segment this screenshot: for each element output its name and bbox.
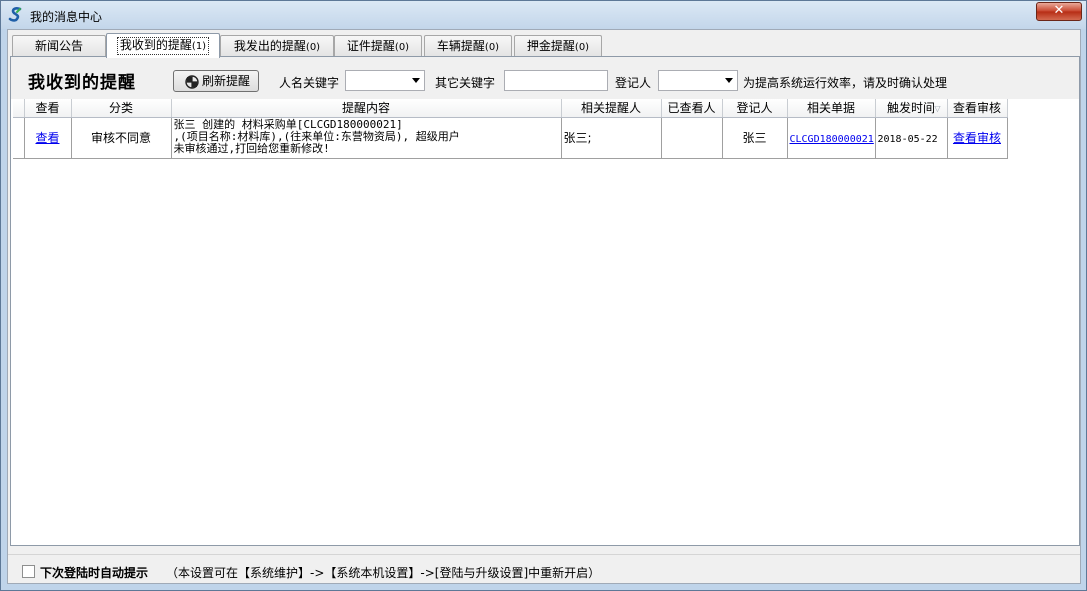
- other-keyword-input[interactable]: [504, 70, 608, 91]
- auto-prompt-label[interactable]: 下次登陆时自动提示: [40, 564, 148, 581]
- refresh-button[interactable]: 刷新提醒: [173, 70, 259, 92]
- refresh-icon: [185, 75, 199, 89]
- toolbar: 我收到的提醒 刷新提醒 人名关键字 其它关键字 登记人 为提高系统运行效率，请及…: [11, 57, 1079, 99]
- column-header[interactable]: 相关单据: [787, 99, 876, 118]
- tab-certificate-count: (0): [394, 42, 410, 53]
- name-keyword-combo[interactable]: [345, 70, 425, 91]
- column-header[interactable]: 提醒内容: [171, 99, 562, 118]
- category-cell: 审核不同意: [71, 117, 172, 159]
- tab-received-count: (1): [191, 41, 207, 52]
- column-header[interactable]: 登记人: [722, 99, 788, 118]
- trigger-time-value: 2018-05-22: [877, 133, 938, 145]
- document-cell: CLCGD180000021: [787, 117, 876, 159]
- trigger-time-cell: 2018-05-22: [875, 117, 948, 159]
- column-header[interactable]: 查看: [24, 99, 72, 118]
- app-logo-icon: [8, 7, 22, 22]
- window-title: 我的消息中心: [30, 10, 103, 24]
- name-keyword-label: 人名关键字: [279, 76, 340, 90]
- registrant-cell: 张三: [722, 117, 788, 159]
- close-button[interactable]: ✕: [1036, 2, 1082, 21]
- tab-news[interactable]: 新闻公告: [12, 35, 106, 57]
- footer-bar: 下次登陆时自动提示 （本设置可在【系统维护】->【系统本机设置】->[登陆与升级…: [8, 554, 1080, 583]
- reminder-grid: 查看 分类 提醒内容 相关提醒人 已查看人 登记人 相关单据 触发时间 ▽ 查看审…: [13, 99, 1008, 159]
- close-icon: ✕: [1053, 3, 1065, 18]
- settings-note: （本设置可在【系统维护】->【系统本机设置】->[登陆与升级设置]中重新开启）: [166, 566, 601, 580]
- tab-certificate-label: 证件提醒: [346, 39, 395, 53]
- tab-deposit-label: 押金提醒: [526, 39, 575, 53]
- review-link[interactable]: 查看审核: [953, 131, 1001, 145]
- related-person-cell: 张三;: [561, 117, 662, 159]
- tab-vehicle-reminders[interactable]: 车辆提醒(0): [424, 35, 512, 57]
- tab-vehicle-count: (0): [484, 42, 500, 53]
- content-cell: 张三 创建的 材料采购单[CLCGD180000021] ,(项目名称:材料库)…: [171, 117, 562, 159]
- row-selector-header: [13, 99, 25, 118]
- tab-news-label: 新闻公告: [34, 39, 83, 53]
- tab-received-label: 我收到的提醒: [119, 38, 192, 52]
- title-bar[interactable]: 我的消息中心 ✕: [1, 1, 1086, 29]
- table-row[interactable]: 查看 审核不同意 张三 创建的 材料采购单[CLCGD180000021] ,(…: [13, 117, 1008, 159]
- review-cell: 查看审核: [947, 117, 1008, 159]
- column-header-label: 触发时间: [886, 101, 935, 116]
- tab-sent-reminders[interactable]: 我发出的提醒(0): [220, 35, 334, 57]
- column-header[interactable]: 相关提醒人: [561, 99, 662, 118]
- view-cell: 查看: [24, 117, 72, 159]
- view-link[interactable]: 查看: [35, 131, 59, 145]
- tab-sent-count: (0): [305, 42, 321, 53]
- page-title: 我收到的提醒: [28, 73, 136, 93]
- tab-received-reminders[interactable]: 我收到的提醒(1): [106, 33, 220, 58]
- auto-prompt-checkbox[interactable]: [22, 565, 35, 578]
- viewed-by-cell: [661, 117, 723, 159]
- tab-sent-label: 我发出的提醒: [233, 39, 306, 53]
- tab-vehicle-label: 车辆提醒: [436, 39, 485, 53]
- document-link[interactable]: CLCGD180000021: [790, 134, 874, 145]
- client-area: 新闻公告 我收到的提醒(1) 我发出的提醒(0) 证件提醒(0) 车辆提醒(0)…: [7, 29, 1081, 584]
- row-selector[interactable]: [13, 117, 25, 159]
- tab-deposit-count: (0): [574, 42, 590, 53]
- registrant-combo[interactable]: [658, 70, 738, 91]
- tab-certificate-reminders[interactable]: 证件提醒(0): [334, 35, 422, 57]
- tab-deposit-reminders[interactable]: 押金提醒(0): [514, 35, 602, 57]
- refresh-label: 刷新提醒: [202, 74, 251, 88]
- sort-descending-icon: ▽: [934, 104, 941, 113]
- other-keyword-label: 其它关键字: [435, 76, 496, 90]
- chevron-down-icon: [725, 78, 733, 83]
- efficiency-hint: 为提高系统运行效率，请及时确认处理: [743, 76, 948, 90]
- registrant-label: 登记人: [615, 76, 652, 90]
- main-window: 我的消息中心 ✕ 新闻公告 我收到的提醒(1) 我发出的提醒(0) 证件提醒(0…: [0, 0, 1087, 591]
- column-header[interactable]: 已查看人: [661, 99, 723, 118]
- column-header[interactable]: 分类: [71, 99, 172, 118]
- grid-header-row: 查看 分类 提醒内容 相关提醒人 已查看人 登记人 相关单据 触发时间 ▽ 查看审…: [13, 99, 1008, 118]
- chevron-down-icon: [412, 78, 420, 83]
- column-header[interactable]: 查看审核: [947, 99, 1008, 118]
- tab-panel: 我收到的提醒 刷新提醒 人名关键字 其它关键字 登记人 为提高系统运行效率，请及…: [10, 56, 1080, 546]
- column-header-trigger-time[interactable]: 触发时间 ▽: [875, 99, 948, 118]
